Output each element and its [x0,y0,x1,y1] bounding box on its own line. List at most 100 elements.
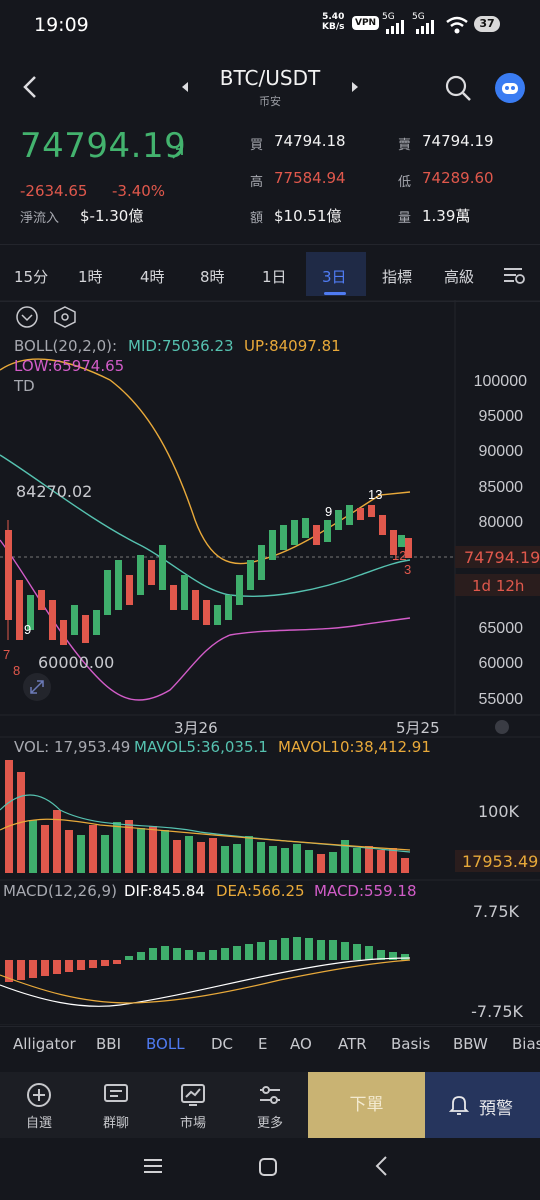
vpn-badge: VPN [352,16,380,30]
macd-top-tick: 7.75K [473,902,520,921]
td-nine-low: 9 [24,622,31,637]
next-pair-icon[interactable] [350,80,360,94]
y-tick: 85000 [479,479,524,496]
high-label: 高 [250,175,264,190]
indicator-e[interactable]: E [258,1035,267,1053]
alert-label: 預警 [479,1099,513,1119]
avatar-bot-icon[interactable] [494,72,526,104]
network-speed: 5.40 KB/s [322,12,344,32]
macd-histogram [5,937,409,982]
indicator-basis[interactable]: Basis [391,1035,430,1053]
vol-mavol5: MAVOL5:36,035.1 [134,738,268,756]
back-arrow-icon[interactable] [20,74,40,100]
tab-advanced[interactable]: 高級 [444,266,474,287]
macd-dea: DEA:566.25 [216,882,305,900]
td-count-12: 12 [392,548,406,563]
chart-settings-icon[interactable] [502,264,526,286]
netflow-label: 淨流入 [20,211,60,226]
boll-upper-line [0,358,411,565]
tab-3d[interactable]: 3日 [322,266,347,287]
y-tick: 60000 [479,655,524,672]
settings-hex-icon[interactable] [54,306,76,328]
nav-chat[interactable]: 群聊 [86,1112,146,1131]
indicator-alligator[interactable]: Alligator [13,1035,76,1053]
chevron-down-icon [21,314,33,322]
clock: 19:09 [34,14,89,36]
tab-8h[interactable]: 8時 [200,266,225,287]
wifi-icon [446,16,468,34]
order-button[interactable]: 下單 [308,1072,425,1138]
amount-value: $10.51億 [274,207,342,225]
indicator-boll[interactable]: BOLL [146,1035,185,1053]
search-icon[interactable] [444,74,472,102]
td-nine-high: 9 [325,504,332,519]
kline-chart[interactable]: 100000 95000 90000 85000 80000 65000 600… [0,300,540,1025]
boll-name: BOLL(20,2,0): [14,337,117,355]
td-label: TD [13,377,35,395]
td-thirteen: 13 [368,487,382,502]
active-tab-underline [324,292,346,295]
speed-unit: KB/s [322,22,345,32]
speed-value: 5.40 [322,12,345,22]
macd-name: MACD(12,26,9) [3,882,117,900]
status-bar: 19:09 5.40 KB/s VPN 5G 5G 37 [0,0,540,52]
indicator-ao[interactable]: AO [290,1035,312,1053]
signal-bars-icon [386,20,404,34]
buy-value: 74794.18 [274,132,346,150]
scroll-end-icon[interactable] [495,720,509,734]
last-price: 74794.19 [20,126,187,166]
y-tick: 95000 [479,408,524,425]
alert-button[interactable]: 預警 [425,1072,540,1138]
amount-label: 額 [250,211,264,226]
sell-value: 74794.19 [422,132,494,150]
price-change-pct: -3.40% [112,182,166,200]
tab-1d[interactable]: 1日 [262,266,287,287]
countdown: 1d 12h [472,577,524,595]
boll-mid: MID:75036.23 [128,337,234,355]
tab-1h[interactable]: 1時 [78,266,103,287]
volume-label: 量 [398,211,412,226]
macd-dif: DIF:845.84 [124,882,205,900]
y-tick: 65000 [479,620,524,637]
nav-watchlist[interactable]: 自選 [9,1112,69,1131]
indicator-dc[interactable]: DC [211,1035,233,1053]
y-tick: 90000 [479,443,524,460]
td-count-3: 3 [404,562,411,577]
market-chart-icon[interactable] [180,1082,206,1108]
netflow-value: $-1.30億 [80,207,144,225]
tab-15m[interactable]: 15分 [14,266,48,287]
indicator-bias[interactable]: Bias [512,1035,540,1053]
collapse-icon[interactable] [16,306,38,328]
y-tick: 55000 [479,691,524,708]
x-tick: 3月26 [174,719,218,737]
min-label: 60000.00 [38,653,114,672]
system-back-icon[interactable] [374,1155,390,1177]
buy-label: 買 [250,138,264,153]
tab-indicators[interactable]: 指標 [382,266,412,287]
indicator-bbw[interactable]: BBW [453,1035,488,1053]
nav-market[interactable]: 市場 [163,1112,223,1131]
indicator-atr[interactable]: ATR [338,1035,367,1053]
vol-name: VOL: 17,953.49 [14,738,130,756]
macd-value: MACD:559.18 [314,882,417,900]
pair-title[interactable]: BTC/USDT [170,66,370,90]
td-count-7: 7 [3,647,10,662]
more-sliders-icon[interactable] [257,1082,283,1108]
max-label: 84270.02 [16,482,92,501]
boll-mid-line [0,454,411,597]
volume-bars [5,760,409,873]
y-tick: 80000 [479,514,524,531]
indicator-bbi[interactable]: BBI [96,1035,121,1053]
boll-low: LOW:65974.65 [14,357,124,375]
nav-more[interactable]: 更多 [240,1112,300,1131]
home-icon[interactable] [257,1156,279,1178]
settings-hex-dot [61,313,69,321]
recents-icon[interactable] [142,1156,164,1176]
exchange-name: 币安 [259,95,281,108]
tab-4h[interactable]: 4時 [140,266,165,287]
vol-tag: 17953.49 [462,852,538,871]
watchlist-plus-icon[interactable] [26,1082,52,1108]
vol-y-tick: 100K [478,802,520,821]
bell-icon [449,1096,469,1115]
chat-icon[interactable] [103,1082,129,1108]
